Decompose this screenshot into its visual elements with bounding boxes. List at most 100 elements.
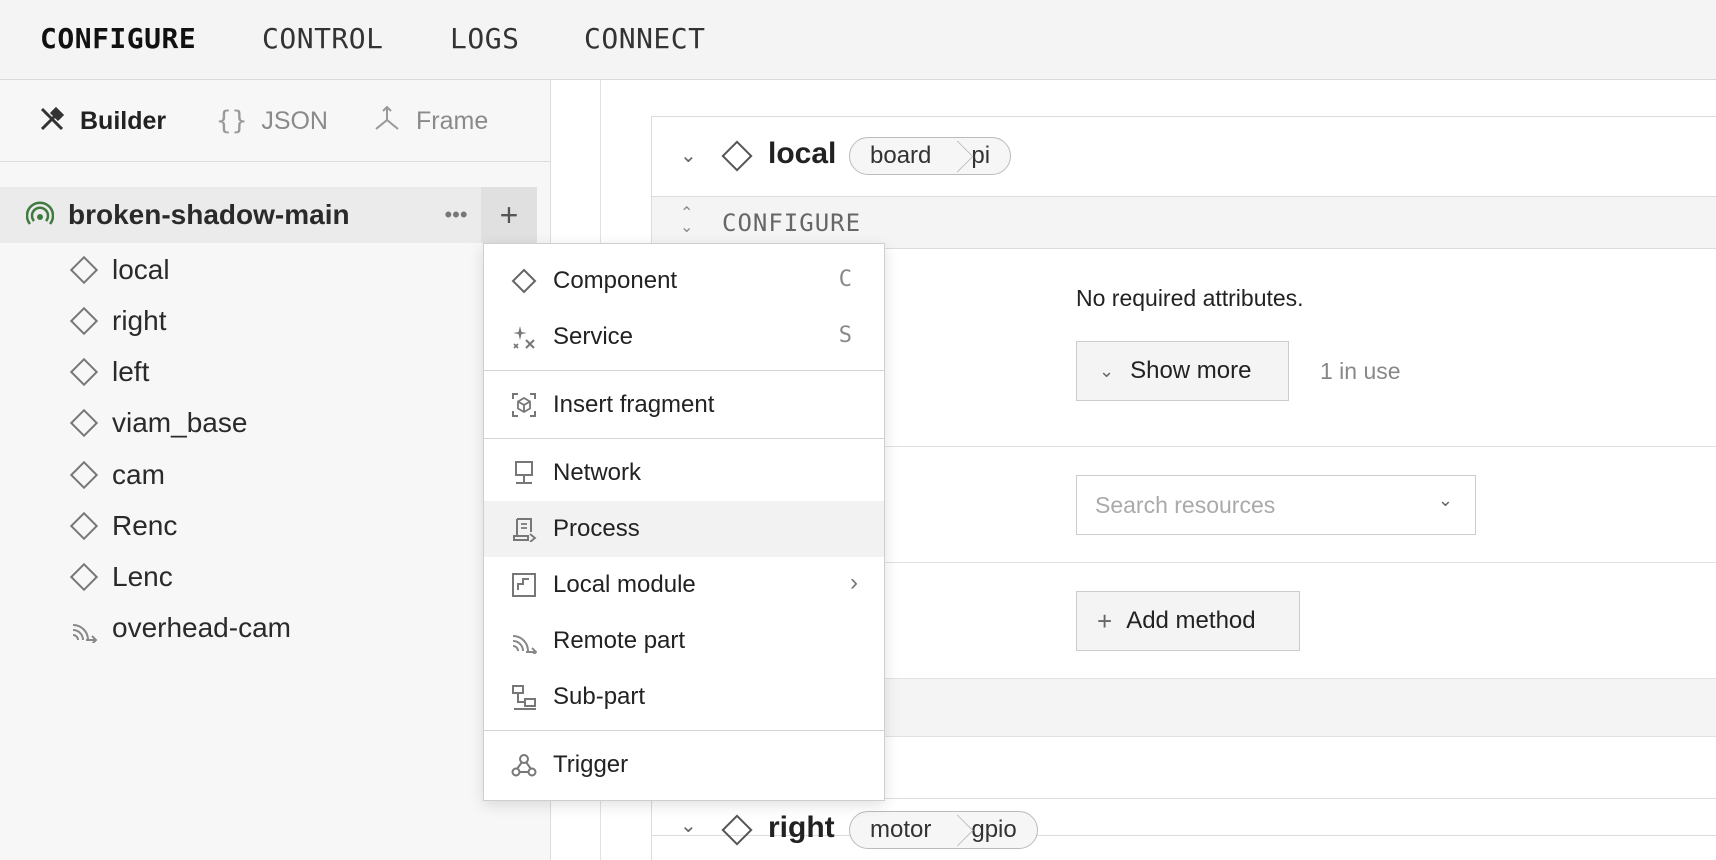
braces-icon: {}: [216, 106, 248, 136]
chevron-down-icon: ⌄: [1437, 490, 1453, 510]
menu-item-label: Service: [553, 323, 634, 350]
menu-item-network[interactable]: Network: [484, 445, 884, 501]
sidebar-item-label: right: [112, 305, 167, 336]
chevron-down-icon[interactable]: ⌄: [680, 813, 697, 838]
menu-item-label: Remote part: [553, 627, 686, 654]
diamond-icon: [69, 408, 99, 438]
add-resource-menu: Component C Service S Insert fragment Ne…: [483, 243, 885, 801]
sidebar-item-viam-base[interactable]: viam_base: [0, 398, 480, 448]
diamond-icon: [69, 511, 99, 541]
sidebar-item-label: overhead-cam: [112, 612, 291, 643]
network-icon: [511, 460, 537, 486]
menu-item-label: Trigger: [553, 751, 629, 778]
menu-item-label: Network: [553, 459, 642, 486]
sparkle-icon: [511, 324, 537, 350]
chevron-down-icon[interactable]: ⌄: [680, 143, 697, 168]
show-more-button[interactable]: ⌄ Show more: [1076, 341, 1289, 401]
configure-label: CONFIGURE: [722, 209, 862, 237]
ellipsis-icon: •••: [444, 202, 468, 227]
menu-divider: [484, 730, 884, 731]
menu-divider: [484, 370, 884, 371]
menu-item-label: Sub-part: [553, 683, 646, 710]
sidebar-item-cam[interactable]: cam: [0, 450, 480, 500]
no-required-attributes: No required attributes.: [1076, 285, 1304, 311]
more-options-button[interactable]: •••: [438, 197, 474, 233]
sidebar-item-right[interactable]: right: [0, 296, 480, 346]
add-method-button[interactable]: + Add method: [1076, 591, 1300, 651]
search-resources-select[interactable]: Search resources ⌄: [1076, 475, 1476, 535]
menu-item-trigger[interactable]: Trigger: [484, 737, 884, 793]
chevron-down-icon: ⌄: [1099, 360, 1115, 381]
axes-icon: [372, 105, 402, 137]
menu-divider: [484, 438, 884, 439]
collapse-icon[interactable]: ⌃ ⌄: [680, 206, 693, 236]
sub-part-icon: [511, 684, 537, 710]
model-label: gpio: [971, 816, 1017, 843]
sidebar-item-label: viam_base: [112, 407, 248, 438]
diamond-icon: [721, 814, 753, 846]
sidebar-item-left[interactable]: left: [0, 347, 480, 397]
sidebar-item-lenc[interactable]: Lenc: [0, 552, 480, 602]
configure-section-header[interactable]: ⌃ ⌄ CONFIGURE: [652, 197, 1716, 249]
chevron-right-icon: ›: [850, 569, 858, 596]
card-header[interactable]: ⌄ local board pi: [652, 117, 1716, 197]
module-icon: [511, 572, 537, 598]
menu-item-process[interactable]: Process: [484, 501, 884, 557]
subtab-builder[interactable]: Builder: [38, 106, 166, 136]
menu-item-sub-part[interactable]: Sub-part: [484, 669, 884, 725]
shortcut-hint: C: [838, 267, 852, 292]
robot-name: broken-shadow-main: [68, 199, 350, 230]
robot-row[interactable]: broken-shadow-main ••• +: [0, 187, 537, 243]
subtab-json[interactable]: {} JSON: [216, 106, 328, 136]
remote-part-icon: [70, 615, 98, 645]
subtab-builder-label: Builder: [80, 106, 167, 135]
menu-item-label: Insert fragment: [553, 391, 715, 418]
sidebar-item-local[interactable]: local: [0, 245, 480, 295]
sidebar-item-renc[interactable]: Renc: [0, 501, 480, 551]
menu-item-service[interactable]: Service S: [484, 309, 884, 365]
menu-item-local-module[interactable]: Local module ›: [484, 557, 884, 613]
diamond-icon: [69, 357, 99, 387]
add-resource-button[interactable]: +: [481, 187, 537, 243]
diamond-icon: [69, 562, 99, 592]
card-title: right: [768, 811, 835, 844]
diamond-icon: [721, 140, 753, 172]
menu-item-component[interactable]: Component C: [484, 253, 884, 309]
plus-icon: +: [499, 196, 519, 233]
menu-item-remote-part[interactable]: Remote part: [484, 613, 884, 669]
api-model-pill: board pi: [849, 137, 1012, 175]
search-resources-placeholder: Search resources: [1095, 491, 1276, 518]
shortcut-hint: S: [838, 323, 852, 348]
show-more-label: Show more: [1130, 357, 1252, 384]
sidebar-item-overhead-cam[interactable]: overhead-cam: [0, 603, 480, 653]
api-label: motor: [870, 816, 932, 843]
api-model-pill: motor gpio: [849, 811, 1038, 849]
menu-item-label: Component: [553, 267, 678, 294]
sidebar-item-label: left: [112, 356, 150, 387]
resource-card-right[interactable]: ⌄ right motor gpio: [651, 798, 1716, 860]
tab-configure[interactable]: CONFIGURE: [40, 22, 196, 55]
sidebar-subtabs: Builder {} JSON Frame: [0, 80, 550, 162]
sidebar-item-label: Lenc: [112, 561, 173, 592]
in-use-count: 1 in use: [1320, 358, 1401, 384]
top-nav: CONFIGURE CONTROL LOGS CONNECT: [0, 0, 1716, 80]
tab-control[interactable]: CONTROL: [262, 22, 384, 55]
diamond-icon: [69, 460, 99, 490]
diamond-icon: [69, 306, 99, 336]
process-icon: [511, 516, 537, 543]
signal-icon: [25, 201, 55, 229]
tab-connect[interactable]: CONNECT: [584, 22, 706, 55]
webhook-icon: [511, 752, 537, 778]
sidebar-item-label: Renc: [112, 510, 178, 541]
diamond-icon: [69, 255, 99, 285]
sidebar-item-label: local: [112, 254, 170, 285]
card-title: local: [768, 137, 837, 170]
menu-item-label: Local module: [553, 571, 696, 598]
tab-logs[interactable]: LOGS: [450, 22, 519, 55]
sidebar: Builder {} JSON Frame broken-shadow-main…: [0, 80, 551, 860]
remote-part-icon: [511, 628, 538, 657]
menu-item-insert-fragment[interactable]: Insert fragment: [484, 377, 884, 433]
fragment-icon: [511, 392, 537, 418]
subtab-json-label: JSON: [261, 106, 328, 135]
subtab-frame[interactable]: Frame: [372, 105, 488, 137]
